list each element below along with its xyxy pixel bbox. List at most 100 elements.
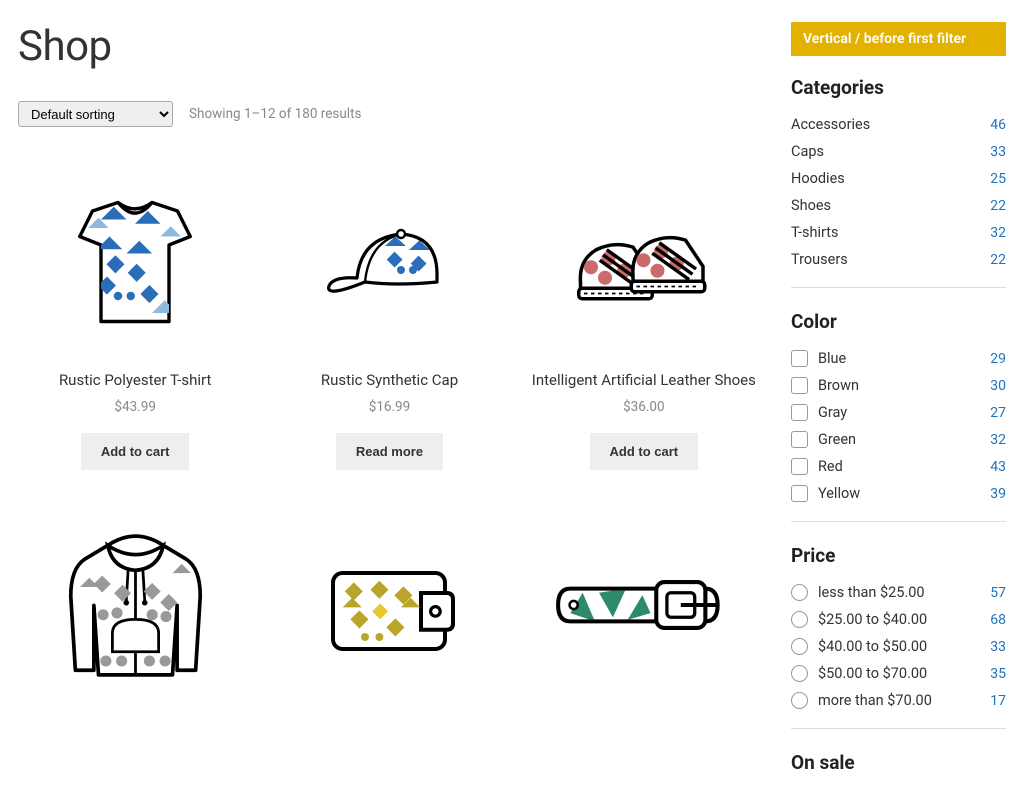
product-link[interactable]: Rustic Polyester T-shirt $43.99 — [18, 167, 252, 415]
price-label: $40.00 to $50.00 — [818, 638, 927, 655]
checkbox-icon — [791, 350, 808, 367]
filter-block-price: Price less than $25.00 57 $25.00 to $40.00… — [791, 544, 1006, 729]
product-link[interactable] — [527, 510, 761, 700]
color-count: 39 — [990, 486, 1006, 502]
price-count: 17 — [990, 693, 1006, 709]
color-filter-item[interactable]: Brown 30 — [791, 372, 1006, 399]
color-label: Green — [818, 431, 856, 448]
price-filter-item[interactable]: less than $25.00 57 — [791, 579, 1006, 606]
category-item[interactable]: Caps 33 — [791, 138, 1006, 165]
product-image-hoodie — [18, 510, 252, 700]
category-count: 32 — [990, 225, 1006, 241]
checkbox-icon — [791, 404, 808, 421]
product-image-shoes — [527, 167, 761, 357]
price-count: 33 — [990, 639, 1006, 655]
color-filter-item[interactable]: Yellow 39 — [791, 480, 1006, 507]
category-count: 46 — [990, 117, 1006, 133]
color-filter-item[interactable]: Green 32 — [791, 426, 1006, 453]
checkbox-icon — [791, 377, 808, 394]
product-image-belt — [527, 510, 761, 700]
checkbox-icon — [791, 431, 808, 448]
checkbox-icon — [791, 485, 808, 502]
widget-title: Categories — [791, 76, 1006, 99]
category-label: Accessories — [791, 116, 870, 133]
category-count: 22 — [990, 198, 1006, 214]
product-price: $16.99 — [272, 399, 506, 415]
radio-icon — [791, 692, 808, 709]
category-count: 33 — [990, 144, 1006, 160]
widget-title: Color — [791, 310, 1006, 333]
product-image-cap — [272, 167, 506, 357]
price-filter-item[interactable]: more than $70.00 17 — [791, 687, 1006, 714]
add-to-cart-button[interactable]: Add to cart — [590, 433, 699, 470]
product-card: Rustic Polyester T-shirt $43.99 Add to c… — [18, 167, 252, 470]
product-toolbar: Default sorting Showing 1–12 of 180 resu… — [18, 101, 761, 127]
price-count: 68 — [990, 612, 1006, 628]
category-item[interactable]: Trousers 22 — [791, 246, 1006, 273]
color-count: 30 — [990, 378, 1006, 394]
color-label: Yellow — [818, 485, 860, 502]
color-count: 32 — [990, 432, 1006, 448]
filter-block-categories: Categories Accessories 46 Caps 33 Hoodies 25 S… — [791, 76, 1006, 288]
category-count: 25 — [990, 171, 1006, 187]
price-label: $50.00 to $70.00 — [818, 665, 927, 682]
product-link[interactable] — [18, 510, 252, 700]
color-label: Blue — [818, 350, 846, 367]
product-image-wallet — [272, 510, 506, 700]
price-filter-item[interactable]: $40.00 to $50.00 33 — [791, 633, 1006, 660]
category-label: Hoodies — [791, 170, 845, 187]
color-count: 43 — [990, 459, 1006, 475]
price-label: less than $25.00 — [818, 584, 925, 601]
radio-icon — [791, 611, 808, 628]
product-price: $36.00 — [527, 399, 761, 415]
product-title: Rustic Synthetic Cap — [272, 371, 506, 389]
radio-icon — [791, 638, 808, 655]
color-count: 29 — [990, 351, 1006, 367]
color-filter-item[interactable]: Red 43 — [791, 453, 1006, 480]
price-filter-item[interactable]: $25.00 to $40.00 68 — [791, 606, 1006, 633]
product-card: Rustic Synthetic Cap $16.99 Read more — [272, 167, 506, 470]
price-label: $25.00 to $40.00 — [818, 611, 927, 628]
price-filter-item[interactable]: $50.00 to $70.00 35 — [791, 660, 1006, 687]
product-title: Rustic Polyester T-shirt — [18, 371, 252, 389]
color-filter-item[interactable]: Blue 29 — [791, 345, 1006, 372]
product-grid: Rustic Polyester T-shirt $43.99 Add to c… — [18, 167, 761, 700]
widget-title: On sale — [791, 751, 1006, 774]
price-count: 35 — [990, 666, 1006, 682]
product-link[interactable]: Intelligent Artificial Leather Shoes $36… — [527, 167, 761, 415]
add-to-cart-button[interactable]: Add to cart — [81, 433, 190, 470]
price-label: more than $70.00 — [818, 692, 932, 709]
category-item[interactable]: Hoodies 25 — [791, 165, 1006, 192]
widget-title: Price — [791, 544, 1006, 567]
product-card — [527, 510, 761, 700]
radio-icon — [791, 665, 808, 682]
color-label: Brown — [818, 377, 859, 394]
category-label: Caps — [791, 143, 824, 160]
category-item[interactable]: Accessories 46 — [791, 111, 1006, 138]
product-price: $43.99 — [18, 399, 252, 415]
price-count: 57 — [990, 585, 1006, 601]
category-label: Trousers — [791, 251, 848, 268]
category-count: 22 — [990, 252, 1006, 268]
result-count: Showing 1–12 of 180 results — [189, 106, 361, 122]
category-item[interactable]: T-shirts 32 — [791, 219, 1006, 246]
read-more-button[interactable]: Read more — [336, 433, 443, 470]
category-label: Shoes — [791, 197, 831, 214]
radio-icon — [791, 584, 808, 601]
sort-select[interactable]: Default sorting — [18, 101, 173, 127]
color-label: Gray — [818, 404, 847, 421]
sidebar-notice: Vertical / before first filter — [791, 22, 1006, 56]
page-title: Shop — [18, 22, 761, 71]
color-label: Red — [818, 458, 843, 475]
category-label: T-shirts — [791, 224, 839, 241]
checkbox-icon — [791, 458, 808, 475]
filter-block-onsale: On sale — [791, 751, 1006, 774]
product-image-tshirt — [18, 167, 252, 357]
product-card: Intelligent Artificial Leather Shoes $36… — [527, 167, 761, 470]
product-card — [272, 510, 506, 700]
product-link[interactable]: Rustic Synthetic Cap $16.99 — [272, 167, 506, 415]
color-filter-item[interactable]: Gray27 — [791, 399, 1006, 426]
category-item[interactable]: Shoes 22 — [791, 192, 1006, 219]
product-link[interactable] — [272, 510, 506, 700]
product-card — [18, 510, 252, 700]
